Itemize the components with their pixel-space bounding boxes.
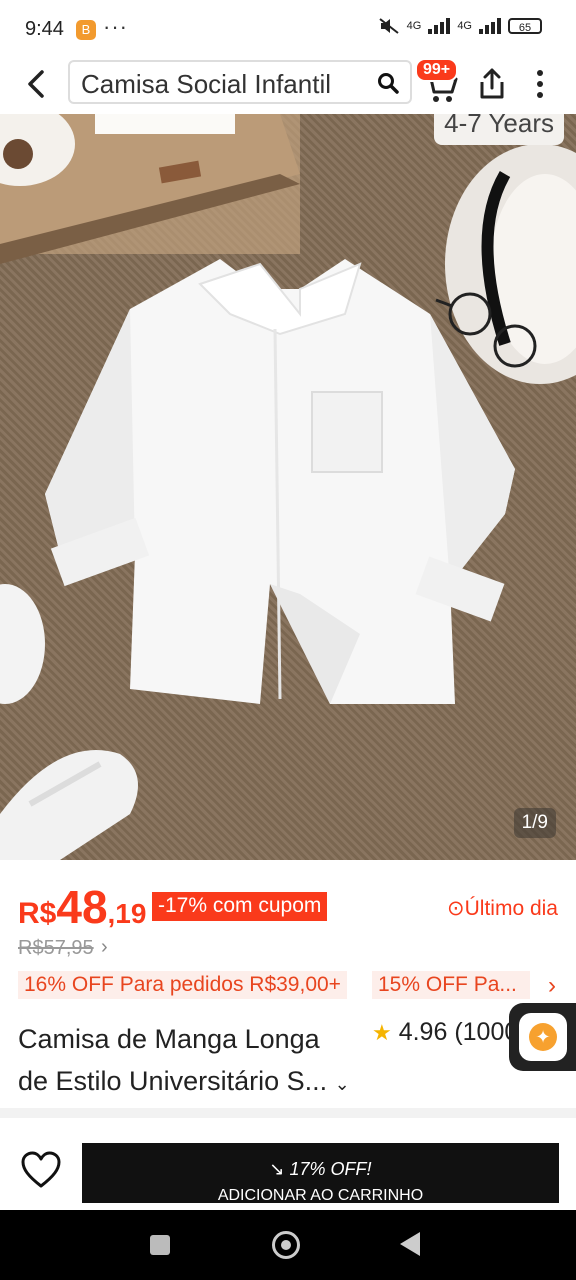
add-to-cart-label: ADICIONAR AO CARRINHO	[217, 1187, 424, 1203]
accessibility-button-inner: ✦	[519, 1013, 567, 1061]
search-query[interactable]: Camisa Social Infantil	[81, 69, 371, 100]
price-integer: 48	[56, 881, 108, 933]
coupon-chip-1[interactable]: 16% OFF Para pedidos R$39,00+	[18, 971, 347, 999]
last-day-label: ⊙Último dia	[447, 897, 558, 920]
trend-down-icon: ↘	[269, 1159, 285, 1179]
original-price[interactable]: R$57,95	[18, 937, 94, 960]
star-icon: ★	[372, 1020, 392, 1045]
status-bar: 9:44 B ··· 4G 4G 65	[0, 0, 576, 58]
status-time: 9:44	[25, 18, 64, 40]
add-to-cart-promo: ↘ 17% OFF!	[269, 1159, 372, 1179]
size-tag: 4-7 Years	[434, 114, 564, 145]
heart-icon[interactable]	[20, 1150, 62, 1190]
network-4g-2: 4G	[457, 20, 472, 32]
price-currency: R$	[18, 897, 57, 930]
network-4g-1: 4G	[406, 20, 422, 32]
product-title[interactable]: Camisa de Manga Longa de Estilo Universi…	[18, 1018, 368, 1105]
add-to-cart-button[interactable]: ↘ 17% OFF! ADICIONAR AO CARRINHO	[82, 1143, 559, 1203]
price-decimal: ,19	[107, 898, 147, 929]
share-icon[interactable]	[474, 66, 510, 102]
product-title-line-2: de Estilo Universitário S... ⌄	[18, 1066, 350, 1096]
battery-icon: 65	[508, 18, 542, 34]
product-image-gallery[interactable]: 4-7 Years 1/9	[0, 114, 576, 860]
expand-chevron-icon[interactable]: ⌄	[335, 1074, 350, 1094]
home-icon[interactable]	[272, 1231, 300, 1259]
product-rating[interactable]: ★ 4.96 (1000	[372, 1018, 518, 1047]
system-nav-bar	[0, 1210, 576, 1280]
more-options-icon[interactable]	[530, 68, 550, 100]
section-divider	[0, 1108, 576, 1118]
current-price: R$48,19	[18, 880, 146, 934]
price-section: R$48,19 -17% com cupom ⊙Último dia R$57,…	[0, 860, 576, 1110]
system-back-icon[interactable]	[400, 1232, 420, 1256]
status-more-dots: ···	[103, 14, 128, 39]
discount-badge: -17% com cupom	[152, 892, 328, 921]
image-counter: 1/9	[513, 808, 556, 838]
recents-icon[interactable]	[150, 1235, 170, 1255]
signal-icon	[428, 18, 451, 34]
search-box[interactable]: Camisa Social Infantil	[68, 60, 412, 104]
status-right-icons: 4G 4G 65	[378, 17, 542, 35]
accessibility-icon: ✦	[529, 1023, 557, 1051]
accessibility-button[interactable]: ✦	[509, 1003, 576, 1071]
product-title-line-1: Camisa de Manga Longa	[18, 1024, 320, 1054]
coupon-chip-2[interactable]: 15% OFF Pa...	[372, 971, 530, 999]
coupons-more-chevron-icon[interactable]: ›	[548, 972, 556, 1000]
search-icon[interactable]	[376, 71, 400, 95]
top-bar: Camisa Social Infantil 99+	[0, 58, 576, 114]
mute-icon	[379, 18, 399, 34]
app-notification-icon: B	[76, 20, 96, 40]
bottom-action-bar: ↘ 17% OFF! ADICIONAR AO CARRINHO	[0, 1118, 576, 1210]
cart-badge: 99+	[415, 58, 459, 82]
rating-value: 4.96	[398, 1018, 448, 1046]
back-arrow-icon[interactable]	[20, 66, 56, 102]
signal-icon-2	[479, 18, 501, 34]
original-price-chevron-icon[interactable]: ›	[101, 936, 108, 959]
product-photo	[0, 114, 576, 860]
